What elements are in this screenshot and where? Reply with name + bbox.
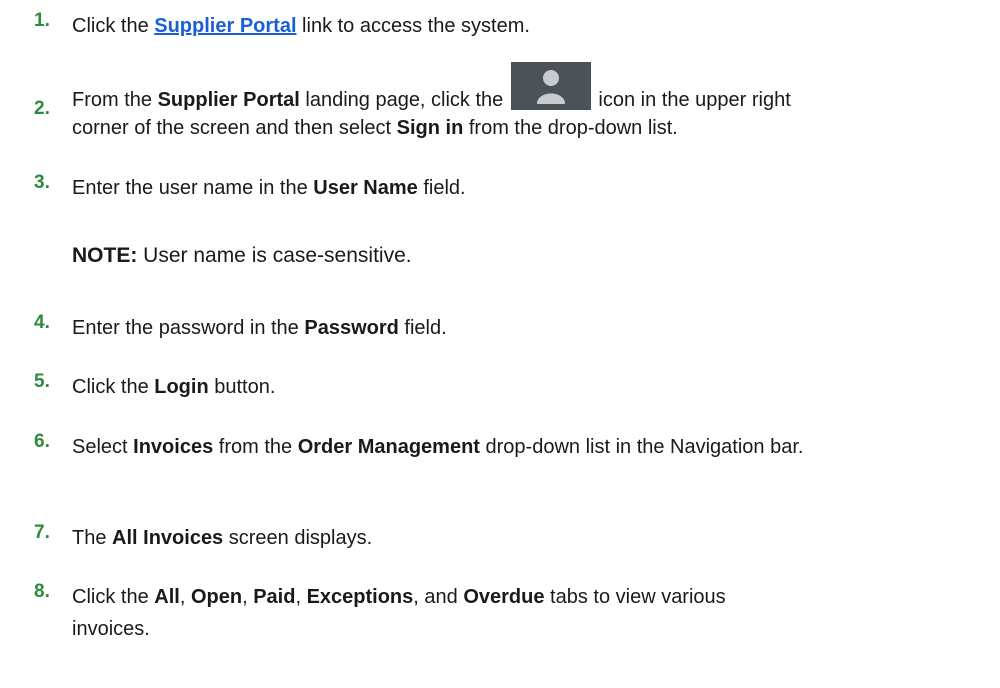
step-number: 7. <box>34 522 50 543</box>
note-label: NOTE: <box>72 244 138 267</box>
step-text: The All Invoices screen displays. <box>72 527 373 549</box>
user-avatar-icon <box>510 62 591 110</box>
step-2-line2: corner of the screen and then select <box>72 117 397 139</box>
note-text: User name is case-sensitive. <box>137 244 412 267</box>
step-text: Click the Supplier Portal link to access… <box>72 15 530 37</box>
step-number: 5. <box>34 371 50 392</box>
step-2-continuation: corner of the screen and then select Sig… <box>72 117 678 139</box>
step-number: 6. <box>34 431 50 452</box>
step-text: Enter the user name in the User Name fie… <box>72 177 466 199</box>
supplier-portal-link[interactable]: Supplier Portal <box>154 15 296 37</box>
step-number: 4. <box>34 312 50 333</box>
step-text: Click the All, Open, Paid, Exceptions, a… <box>72 586 726 640</box>
step-text: Click the Login button. <box>72 376 276 398</box>
step-text: Select Invoices from the Order Managemen… <box>72 436 804 458</box>
step-number: 3. <box>34 172 50 193</box>
step-text: Enter the password in the Password field… <box>72 317 447 339</box>
step-number: 1. <box>34 10 50 31</box>
step-number: 8. <box>34 581 50 602</box>
step-number: 2. <box>34 98 50 119</box>
note: NOTE: User name is case-sensitive. <box>72 244 412 268</box>
